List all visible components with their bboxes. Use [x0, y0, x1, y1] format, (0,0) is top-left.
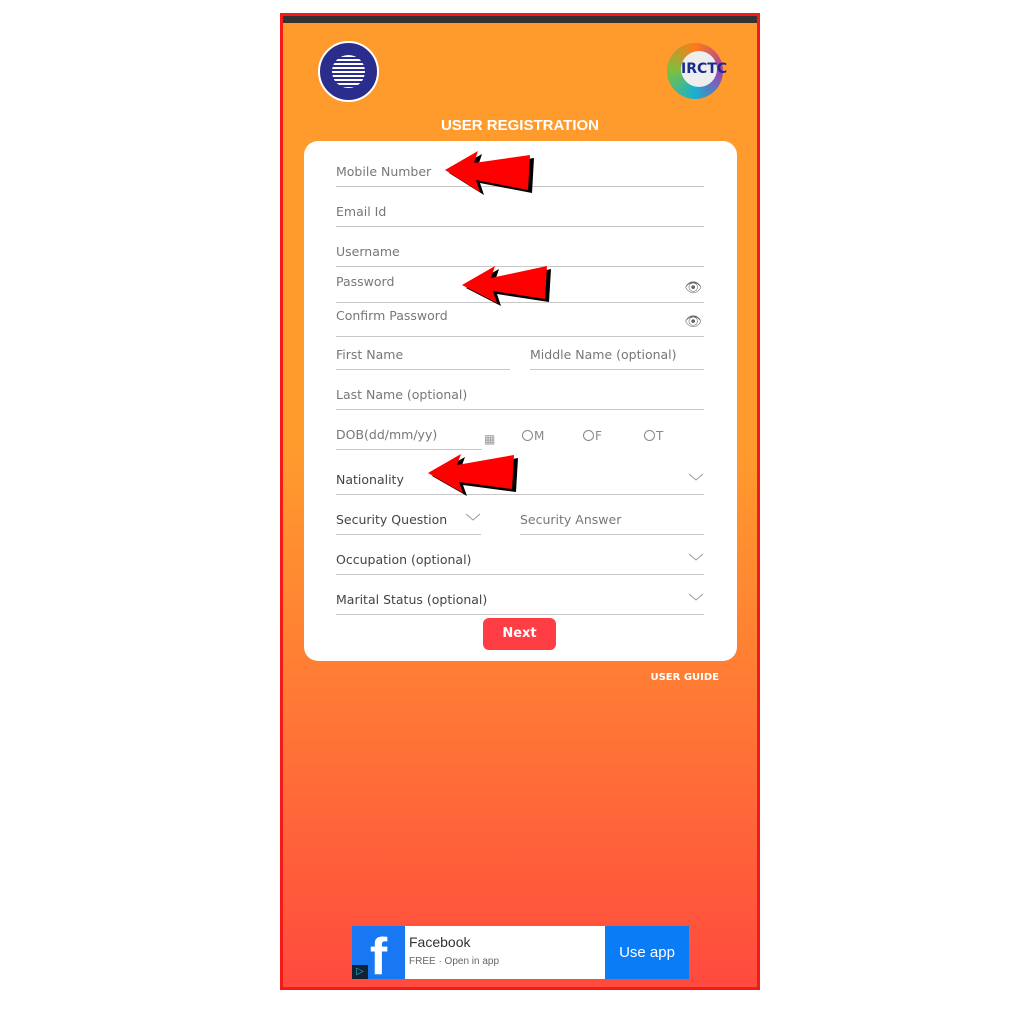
arrow-icon [462, 266, 551, 306]
annotation-arrows [428, 151, 551, 496]
arrow-icon [428, 454, 518, 496]
arrow-icon [445, 151, 534, 195]
